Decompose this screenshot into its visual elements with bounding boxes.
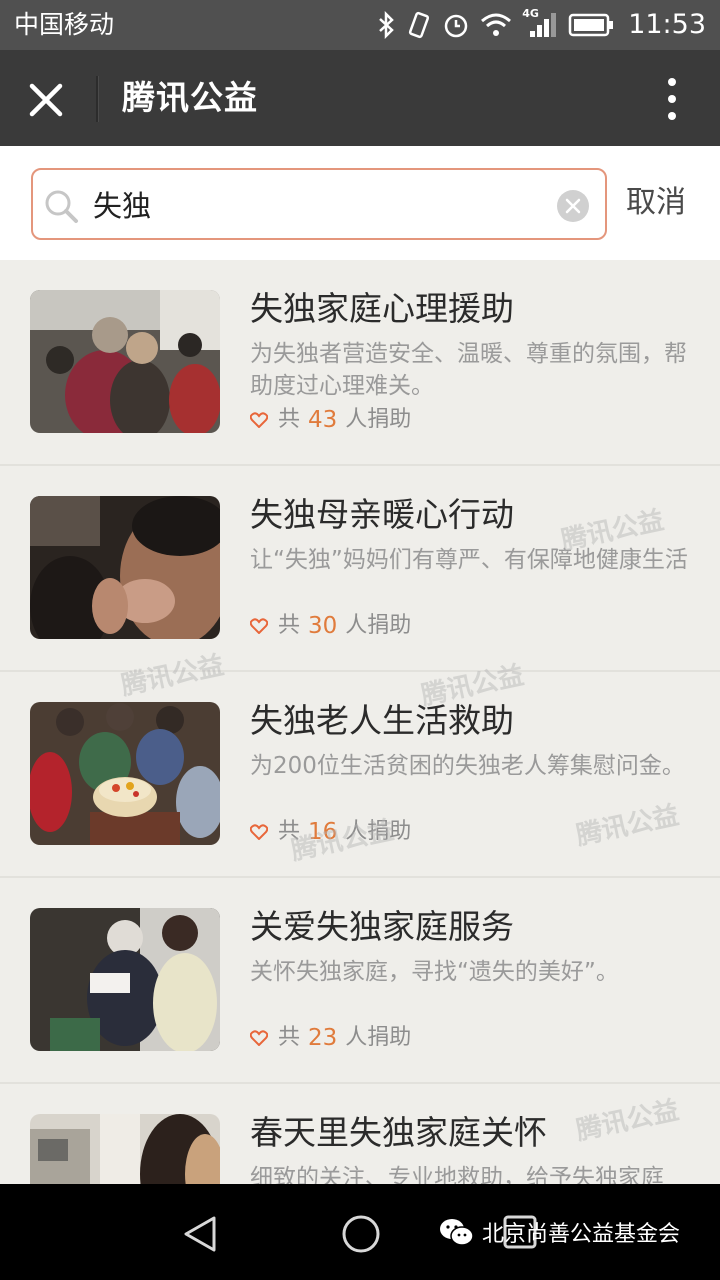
system-nav-bar: 北京尚善公益基金会 (0, 1184, 720, 1280)
project-thumbnail (30, 1114, 220, 1184)
carrier-name: 中国移动 (14, 10, 115, 39)
donation-suffix: 人捐助 (345, 1025, 412, 1050)
donation-info: 共 23 人捐助 (250, 1022, 411, 1054)
project-description: 为失独者营造安全、温暖、尊重的氛围，帮助度过心理难关。 (250, 341, 687, 399)
donation-suffix: 人捐助 (345, 613, 412, 638)
search-bar: 取消 (0, 146, 720, 260)
status-bar: 中国移动 4G 11:53 (0, 0, 720, 50)
donor-count: 23 (308, 1025, 338, 1051)
more-menu-button[interactable] (656, 76, 688, 122)
heart-icon (250, 618, 268, 634)
more-dot (668, 95, 676, 103)
bluetooth-icon (379, 11, 394, 39)
donor-count: 43 (308, 407, 338, 433)
home-icon[interactable] (340, 1213, 382, 1255)
donor-count: 30 (308, 613, 338, 639)
project-thumbnail (30, 702, 220, 845)
alarm-icon (444, 14, 468, 38)
wechat-icon (440, 1219, 474, 1246)
project-thumbnail (30, 496, 220, 639)
network-type: 4G (522, 7, 539, 20)
cancel-button[interactable]: 取消 (626, 182, 686, 224)
more-dot (668, 112, 676, 120)
donation-prefix: 共 (278, 613, 301, 638)
project-description: 关怀失独家庭，寻找“遗失的美好”。 (250, 959, 619, 985)
project-title: 关爱失独家庭服务 (250, 907, 514, 946)
donation-info: 共 30 人捐助 (250, 610, 411, 642)
signal-icon: 4G (522, 7, 558, 39)
donation-prefix: 共 (278, 407, 301, 432)
brand-watermark: 北京尚善公益基金会 (438, 1212, 680, 1252)
battery-icon (568, 13, 614, 37)
status-icons: 4G 11:53 (376, 7, 706, 42)
project-title: 失独老人生活救助 (250, 701, 514, 740)
project-thumbnail (30, 908, 220, 1051)
close-button[interactable] (26, 80, 70, 120)
project-description: 让“失独”妈妈们有尊严、有保障地健康生活 (250, 547, 688, 573)
wifi-icon (481, 13, 512, 36)
search-box[interactable] (31, 168, 607, 240)
search-icon (45, 190, 78, 223)
more-dot (668, 78, 676, 86)
donation-info: 共 43 人捐助 (250, 404, 411, 436)
list-item[interactable]: 关爱失独家庭服务 关怀失独家庭，寻找“遗失的美好”。 共 23 人捐助 (0, 878, 720, 1084)
close-icon (29, 83, 63, 117)
app-bar: 腾讯公益 (0, 50, 720, 146)
list-item[interactable]: 失独家庭心理援助 为失独者营造安全、温暖、尊重的氛围，帮助度过心理难关。 共 4… (0, 260, 720, 466)
search-input[interactable] (93, 182, 543, 226)
result-list: 失独家庭心理援助 为失独者营造安全、温暖、尊重的氛围，帮助度过心理难关。 共 4… (0, 260, 720, 1184)
project-description: 细致的关注、专业地救助，给予失独家庭 (250, 1165, 664, 1184)
project-thumbnail (30, 290, 220, 433)
project-title: 春天里失独家庭关怀 (250, 1113, 547, 1152)
brand-name: 北京尚善公益基金会 (482, 1222, 681, 1247)
clear-search-button[interactable] (557, 190, 589, 222)
project-title: 失独家庭心理援助 (250, 289, 514, 328)
clear-icon (565, 198, 581, 214)
appbar-divider (96, 76, 99, 122)
back-icon[interactable] (180, 1214, 220, 1254)
project-title: 失独母亲暖心行动 (250, 495, 514, 534)
heart-icon (250, 412, 268, 428)
list-item[interactable]: 失独母亲暖心行动 让“失独”妈妈们有尊严、有保障地健康生活 共 30 人捐助 (0, 466, 720, 672)
clock: 11:53 (628, 9, 706, 40)
heart-icon (250, 1030, 268, 1046)
donation-suffix: 人捐助 (345, 407, 412, 432)
heart-icon (250, 824, 268, 840)
vibrate-icon (409, 11, 430, 39)
project-description: 为200位生活贫困的失独老人筹集慰问金。 (250, 753, 685, 779)
donation-prefix: 共 (278, 1025, 301, 1050)
page-title: 腾讯公益 (122, 78, 258, 117)
